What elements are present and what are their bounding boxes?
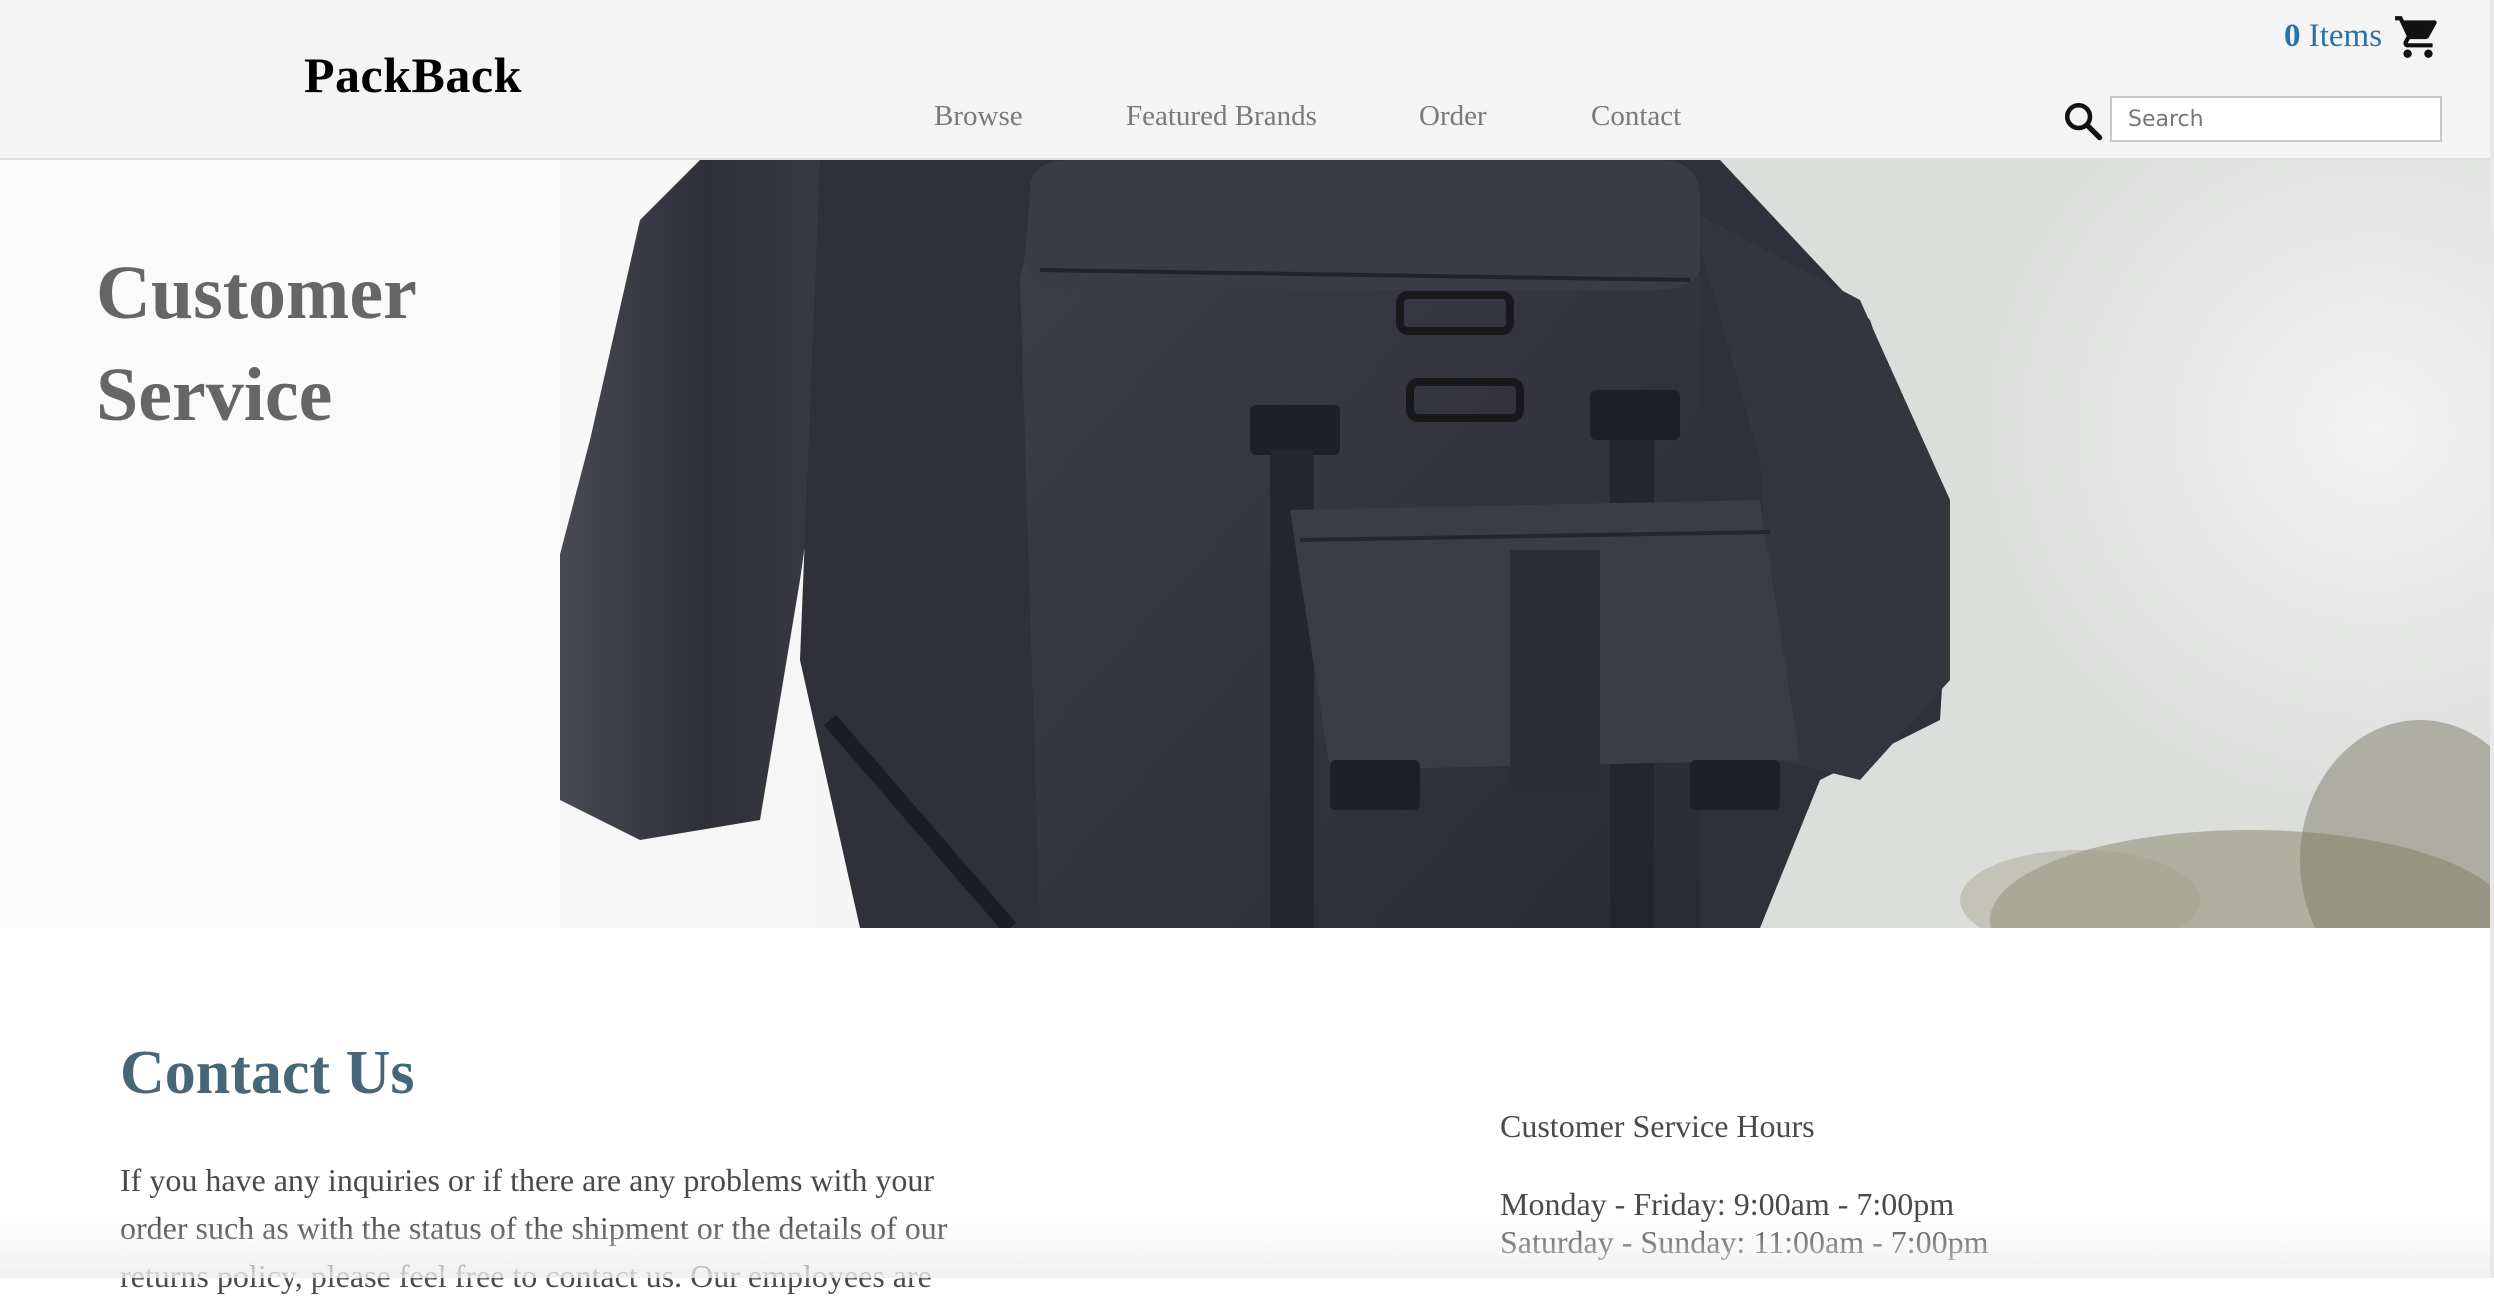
search-icon[interactable]: [2062, 100, 2104, 142]
shopping-cart-icon[interactable]: [2393, 12, 2443, 62]
window-edge: [2490, 0, 2494, 1278]
hours-weekend: Saturday - Sunday: 11:00am - 7:00pm: [1500, 1224, 1989, 1260]
nav-contact[interactable]: Contact: [1591, 100, 1681, 133]
cart-item-count[interactable]: 0 Items: [2284, 18, 2382, 55]
hero-title-line1: Customer: [96, 251, 417, 335]
hours-heading: Customer Service Hours: [1500, 1108, 1815, 1144]
contact-description: If you have any inquiries or if there ar…: [120, 1162, 948, 1294]
cart-count-label: Items: [2308, 18, 2383, 54]
nav-order[interactable]: Order: [1419, 100, 1487, 133]
nav-featured-brands[interactable]: Featured Brands: [1126, 100, 1317, 133]
search-input[interactable]: [2110, 96, 2442, 142]
hero-banner: Customer Service: [0, 160, 2494, 928]
hero-title-line2: Service: [96, 353, 333, 437]
nav-browse[interactable]: Browse: [934, 100, 1023, 133]
cart-count-number: 0: [2284, 18, 2301, 54]
site-logo[interactable]: PackBack: [304, 46, 522, 104]
contact-heading: Contact Us: [120, 1039, 415, 1107]
site-header: PackBack Browse Featured Brands Order Co…: [0, 0, 2494, 160]
hours-weekdays: Monday - Friday: 9:00am - 7:00pm: [1500, 1186, 1955, 1222]
hero-title: Customer Service: [96, 242, 556, 446]
